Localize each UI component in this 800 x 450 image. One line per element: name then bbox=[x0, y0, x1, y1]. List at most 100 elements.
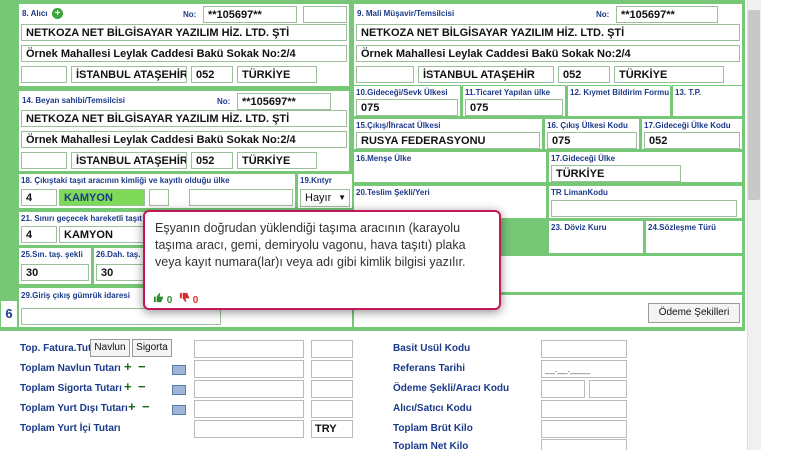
sigorta-currency[interactable] bbox=[311, 380, 353, 398]
sigorta-button[interactable]: Sigorta bbox=[132, 339, 172, 357]
box-24: 24.Sözleşme Türü bbox=[645, 220, 743, 254]
mali-city-field[interactable]: İSTANBUL ATAŞEHİR bbox=[418, 66, 554, 83]
box-16-label: 16.Menşe Ülke bbox=[356, 154, 412, 163]
box-12-label: 12. Kıymet Bildirim Formu bbox=[570, 88, 670, 97]
beyan-name-field[interactable]: NETKOZA NET BİLGİSAYAR YAZILIM HİZ. LTD.… bbox=[21, 110, 347, 127]
beyan-country-field[interactable]: TÜRKİYE bbox=[237, 152, 317, 169]
navlun-minus-icon[interactable]: − bbox=[138, 359, 146, 374]
odeme-sekli-field[interactable] bbox=[541, 380, 585, 398]
beyan-zip-field[interactable] bbox=[21, 152, 67, 169]
add-icon[interactable]: + bbox=[52, 8, 63, 19]
box-18-extra-field[interactable] bbox=[149, 189, 169, 206]
sigorta-plus-icon[interactable]: + bbox=[124, 379, 132, 394]
sigorta-calculator-icon[interactable] bbox=[172, 385, 186, 395]
mali-label: 9. Mali Müşavir/Temsilcisi bbox=[357, 9, 455, 18]
box-17-code-field[interactable]: 052 bbox=[644, 132, 740, 149]
alici-code-field[interactable]: 052 bbox=[191, 66, 233, 83]
top-fatura-field[interactable] bbox=[194, 340, 304, 358]
beyan-code-field[interactable]: 052 bbox=[191, 152, 233, 169]
dislike-count: 0 bbox=[192, 295, 199, 306]
beyan-address-field[interactable]: Örnek Mahallesi Leylak Caddesi Bakü Soka… bbox=[21, 131, 347, 148]
mali-musavir-section: 9. Mali Müşavir/Temsilcisi No: **105697*… bbox=[353, 3, 743, 87]
mali-code-field[interactable]: 052 bbox=[558, 66, 610, 83]
dislike-button[interactable]: 0 bbox=[179, 292, 198, 306]
alici-city-field[interactable]: İSTANBUL ATAŞEHİR bbox=[71, 66, 187, 83]
box-19-label: 19.Kntyr bbox=[300, 176, 333, 185]
box-18-vehicle-field[interactable]: KAMYON bbox=[59, 189, 145, 206]
mali-name-field[interactable]: NETKOZA NET BİLGİSAYAR YAZILIM HİZ. LTD.… bbox=[356, 24, 740, 41]
alici-zip-field[interactable] bbox=[21, 66, 67, 83]
basit-usul-field[interactable] bbox=[541, 340, 627, 358]
alici-extra-field[interactable] bbox=[303, 6, 347, 23]
box-16-code-field[interactable]: 075 bbox=[547, 132, 637, 149]
tr-liman-label: TR LimanKodu bbox=[551, 188, 608, 197]
yurt-ici-field[interactable] bbox=[194, 420, 304, 438]
sigorta-minus-icon[interactable]: − bbox=[138, 379, 146, 394]
box-25: 25.Sın. taş. şekli 30 bbox=[18, 247, 92, 285]
navlun-button[interactable]: Navlun bbox=[90, 339, 130, 357]
box-23-label: 23. Döviz Kuru bbox=[551, 223, 607, 232]
beyan-city-field[interactable]: İSTANBUL ATAŞEHİR bbox=[71, 152, 187, 169]
box-21-num-field[interactable]: 4 bbox=[21, 226, 57, 243]
yurt-disi-plus-icon[interactable]: + bbox=[128, 399, 136, 414]
alici-address-field[interactable]: Örnek Mahallesi Leylak Caddesi Bakü Soka… bbox=[21, 45, 347, 62]
mali-zip-field[interactable] bbox=[356, 66, 414, 83]
sigorta-field[interactable] bbox=[194, 380, 304, 398]
sigorta-label: Toplam Sigorta Tutarı bbox=[20, 383, 122, 394]
mali-country-field[interactable]: TÜRKİYE bbox=[614, 66, 724, 83]
mali-no-label: No: bbox=[596, 10, 610, 19]
referans-date-field[interactable]: __.__.____ bbox=[541, 360, 627, 378]
alici-country-field[interactable]: TÜRKİYE bbox=[237, 66, 317, 83]
scrollbar-thumb[interactable] bbox=[748, 10, 760, 200]
yurt-disi-minus-icon[interactable]: − bbox=[142, 399, 150, 414]
mali-address-field[interactable]: Örnek Mahallesi Leylak Caddesi Bakü Soka… bbox=[356, 45, 740, 62]
box-25-field[interactable]: 30 bbox=[21, 264, 89, 281]
page-scrollbar[interactable] bbox=[745, 0, 800, 450]
brut-kilo-field[interactable] bbox=[541, 420, 627, 438]
navlun-currency[interactable] bbox=[311, 360, 353, 378]
alici-name-field[interactable]: NETKOZA NET BİLGİSAYAR YAZILIM HİZ. LTD.… bbox=[21, 24, 347, 41]
box-17-field[interactable]: TÜRKİYE bbox=[551, 165, 681, 182]
odeme-araci-field[interactable] bbox=[589, 380, 627, 398]
top-fatura-currency[interactable] bbox=[311, 340, 353, 358]
beyan-section: 14. Beyan sahibi/Temsilcisi No: **105697… bbox=[18, 90, 350, 172]
box-10-field[interactable]: 075 bbox=[356, 99, 458, 116]
net-kilo-label: Toplam Net Kilo bbox=[393, 441, 469, 450]
alici-satici-field[interactable] bbox=[541, 400, 627, 418]
yurt-ici-label: Toplam Yurt İçi Tutarı bbox=[20, 423, 121, 434]
alici-label: 8. Alıcı bbox=[22, 9, 48, 18]
alici-no-label: No: bbox=[183, 10, 197, 19]
yurt-disi-calculator-icon[interactable] bbox=[172, 405, 186, 415]
row-number: 6 bbox=[0, 300, 18, 328]
yurt-disi-currency[interactable] bbox=[311, 400, 353, 418]
alici-satici-label: Alıcı/Satıcı Kodu bbox=[393, 403, 472, 414]
like-button[interactable]: 0 bbox=[153, 292, 172, 306]
box-18-country-field[interactable] bbox=[189, 189, 293, 206]
navlun-calculator-icon[interactable] bbox=[172, 365, 186, 375]
box-17-label: 17.Gideceği Ülke bbox=[551, 154, 616, 163]
referans-date-placeholder: __.__.____ bbox=[545, 364, 591, 374]
navlun-field[interactable] bbox=[194, 360, 304, 378]
box-16-code: 16. Çıkış Ülkesi Kodu 075 bbox=[544, 118, 640, 150]
box-15-field[interactable]: RUSYA FEDERASYONU bbox=[356, 132, 540, 149]
currency-value: TRY bbox=[315, 423, 337, 435]
tr-liman-field[interactable] bbox=[551, 200, 737, 217]
box-18-num-field[interactable]: 4 bbox=[21, 189, 57, 206]
box-29-field[interactable] bbox=[21, 308, 221, 325]
yurt-ici-currency[interactable]: TRY bbox=[311, 420, 353, 438]
net-kilo-field[interactable] bbox=[541, 439, 627, 450]
box-26-label: 26.Dah. taş. bbox=[96, 250, 141, 259]
yurt-disi-field[interactable] bbox=[194, 400, 304, 418]
box-18-label: 18. Çıkıştaki taşıt aracının kimliği ve … bbox=[21, 176, 230, 185]
navlun-plus-icon[interactable]: + bbox=[124, 359, 132, 374]
beyan-no-field[interactable]: **105697** bbox=[237, 93, 331, 110]
totals-panel: Top. Fatura.Tut Navlun Sigorta Toplam Na… bbox=[0, 330, 745, 450]
odeme-sekilleri-button[interactable]: Ödeme Şekilleri bbox=[648, 303, 740, 323]
konteyner-select[interactable]: Hayır ▼ bbox=[300, 189, 350, 207]
box-13: 13. T.P. bbox=[672, 85, 743, 117]
mali-no-field[interactable]: **105697** bbox=[616, 6, 718, 23]
box-11-field[interactable]: 075 bbox=[465, 99, 563, 116]
box-19: 19.Kntyr Hayır ▼ bbox=[297, 173, 353, 209]
alici-no-field[interactable]: **105697** bbox=[203, 6, 297, 23]
beyan-no-label: No: bbox=[217, 97, 231, 106]
